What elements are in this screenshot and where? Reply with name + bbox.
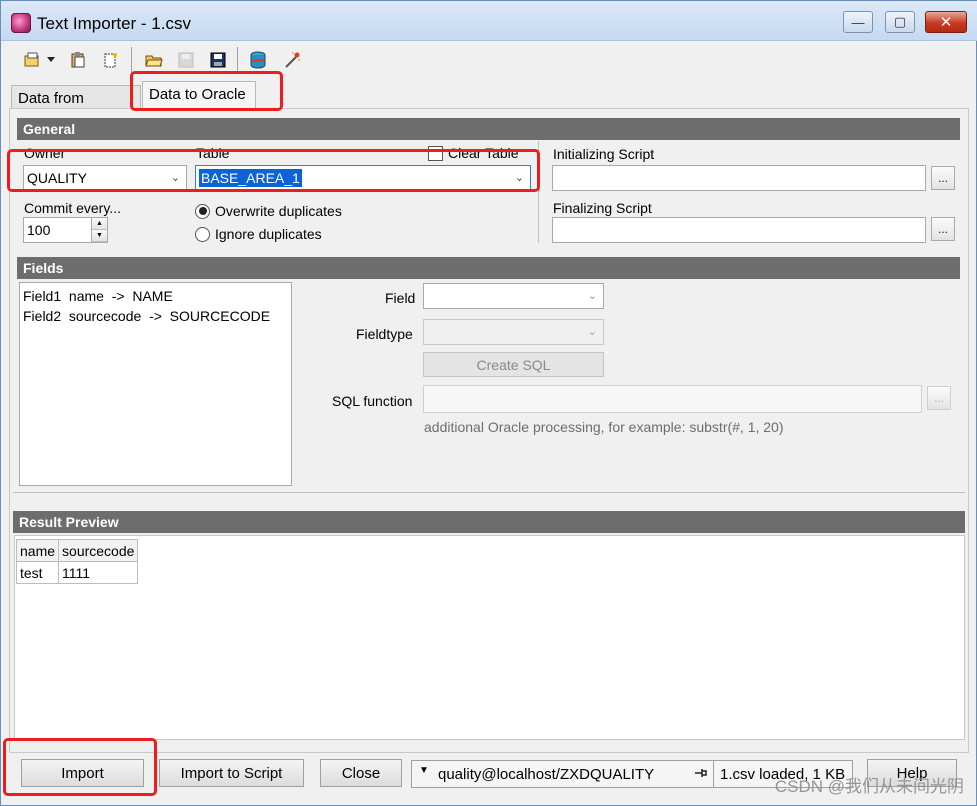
- radio-unselected-icon: [195, 226, 210, 242]
- general-header: General: [17, 118, 960, 140]
- column-header[interactable]: sourcecode: [58, 539, 139, 562]
- spinner-buttons[interactable]: ▲ ▼: [91, 218, 107, 242]
- sql-function-hint: additional Oracle processing, for exampl…: [424, 419, 784, 435]
- column-header[interactable]: name: [15, 539, 60, 562]
- commit-every-value: 100: [27, 222, 51, 238]
- highlight-box-tab: [130, 71, 283, 111]
- minimize-icon: —: [851, 14, 865, 30]
- overwrite-label: Overwrite duplicates: [215, 203, 342, 219]
- app-icon: [11, 13, 31, 33]
- dropdown-arrow-icon: ▼: [419, 765, 429, 776]
- init-script-browse-button[interactable]: ...: [931, 166, 955, 190]
- table-cell: test: [15, 561, 60, 584]
- result-preview-area: [14, 535, 965, 740]
- paste-icon[interactable]: [67, 49, 89, 71]
- field-mapping-list[interactable]: Field1 name -> NAME Field2 sourcecode ->…: [19, 282, 292, 486]
- radio-selected-icon: [195, 203, 210, 219]
- field-label: Field: [385, 290, 416, 306]
- maximize-button[interactable]: ▢: [885, 11, 915, 33]
- result-preview-grid[interactable]: name sourcecode test 1111: [15, 539, 139, 584]
- sql-function-label: SQL function: [332, 393, 413, 409]
- maximize-icon: ▢: [893, 14, 907, 29]
- save-disabled-icon: [175, 49, 197, 71]
- field-select[interactable]: ⌄: [423, 283, 604, 309]
- highlight-box-owner-table: [7, 149, 540, 192]
- ignore-label: Ignore duplicates: [215, 226, 322, 242]
- chevron-down-icon: ⌄: [587, 326, 597, 338]
- close-window-button[interactable]: ✕: [925, 11, 967, 33]
- final-script-label: Finalizing Script: [553, 200, 652, 216]
- final-script-input[interactable]: [552, 217, 926, 243]
- ignore-duplicates-radio[interactable]: Ignore duplicates: [195, 226, 322, 242]
- table-row[interactable]: test 1111: [15, 561, 139, 584]
- database-icon[interactable]: [247, 49, 269, 71]
- result-preview-header: Result Preview: [13, 511, 965, 533]
- sql-function-input[interactable]: [423, 385, 922, 413]
- overwrite-duplicates-radio[interactable]: Overwrite duplicates: [195, 203, 342, 219]
- connection-value: quality@localhost/ZXDQUALITY: [438, 766, 655, 783]
- create-sql-button[interactable]: Create SQL: [423, 352, 604, 377]
- title-bar: Text Importer - 1.csv — ▢ ✕: [1, 1, 977, 41]
- clear-icon[interactable]: [99, 49, 121, 71]
- table-cell: 1111: [58, 561, 139, 584]
- import-to-script-button[interactable]: Import to Script: [159, 759, 304, 787]
- final-script-browse-button[interactable]: ...: [931, 217, 955, 241]
- close-button[interactable]: Close: [320, 759, 402, 787]
- fields-header: Fields: [17, 257, 960, 279]
- divider: [13, 492, 965, 493]
- chevron-down-icon: ⌄: [587, 290, 597, 302]
- header-row: name sourcecode: [15, 539, 139, 562]
- init-script-input[interactable]: [552, 165, 926, 191]
- list-item[interactable]: Field1 name -> NAME: [23, 286, 288, 306]
- spin-down-icon[interactable]: ▼: [92, 230, 107, 242]
- connection-selector[interactable]: ▼ quality@localhost/ZXDQUALITY: [411, 760, 714, 788]
- commit-every-label: Commit every...: [24, 200, 121, 216]
- spin-up-icon[interactable]: ▲: [92, 218, 107, 230]
- minimize-button[interactable]: —: [843, 11, 873, 33]
- magic-wand-icon[interactable]: [281, 49, 303, 71]
- pin-icon[interactable]: [694, 766, 708, 784]
- window-title: Text Importer - 1.csv: [37, 14, 191, 33]
- dropdown-arrow-icon[interactable]: [45, 49, 57, 71]
- sql-function-browse-button[interactable]: ...: [927, 386, 951, 410]
- watermark: CSDN @我们从未间光阴: [774, 777, 964, 796]
- close-icon: ✕: [939, 14, 953, 31]
- text-importer-window: Text Importer - 1.csv — ▢ ✕ Data from Da…: [0, 0, 977, 806]
- open-wizard-icon[interactable]: [21, 49, 43, 71]
- save-icon[interactable]: [207, 49, 229, 71]
- open-folder-icon[interactable]: [143, 49, 165, 71]
- list-item[interactable]: Field2 sourcecode -> SOURCECODE: [23, 306, 288, 326]
- commit-every-spinner[interactable]: 100 ▲ ▼: [23, 217, 108, 243]
- fieldtype-label: Fieldtype: [356, 326, 413, 342]
- fieldtype-select[interactable]: ⌄: [423, 319, 604, 345]
- highlight-box-import: [3, 738, 157, 796]
- init-script-label: Initializing Script: [553, 146, 655, 162]
